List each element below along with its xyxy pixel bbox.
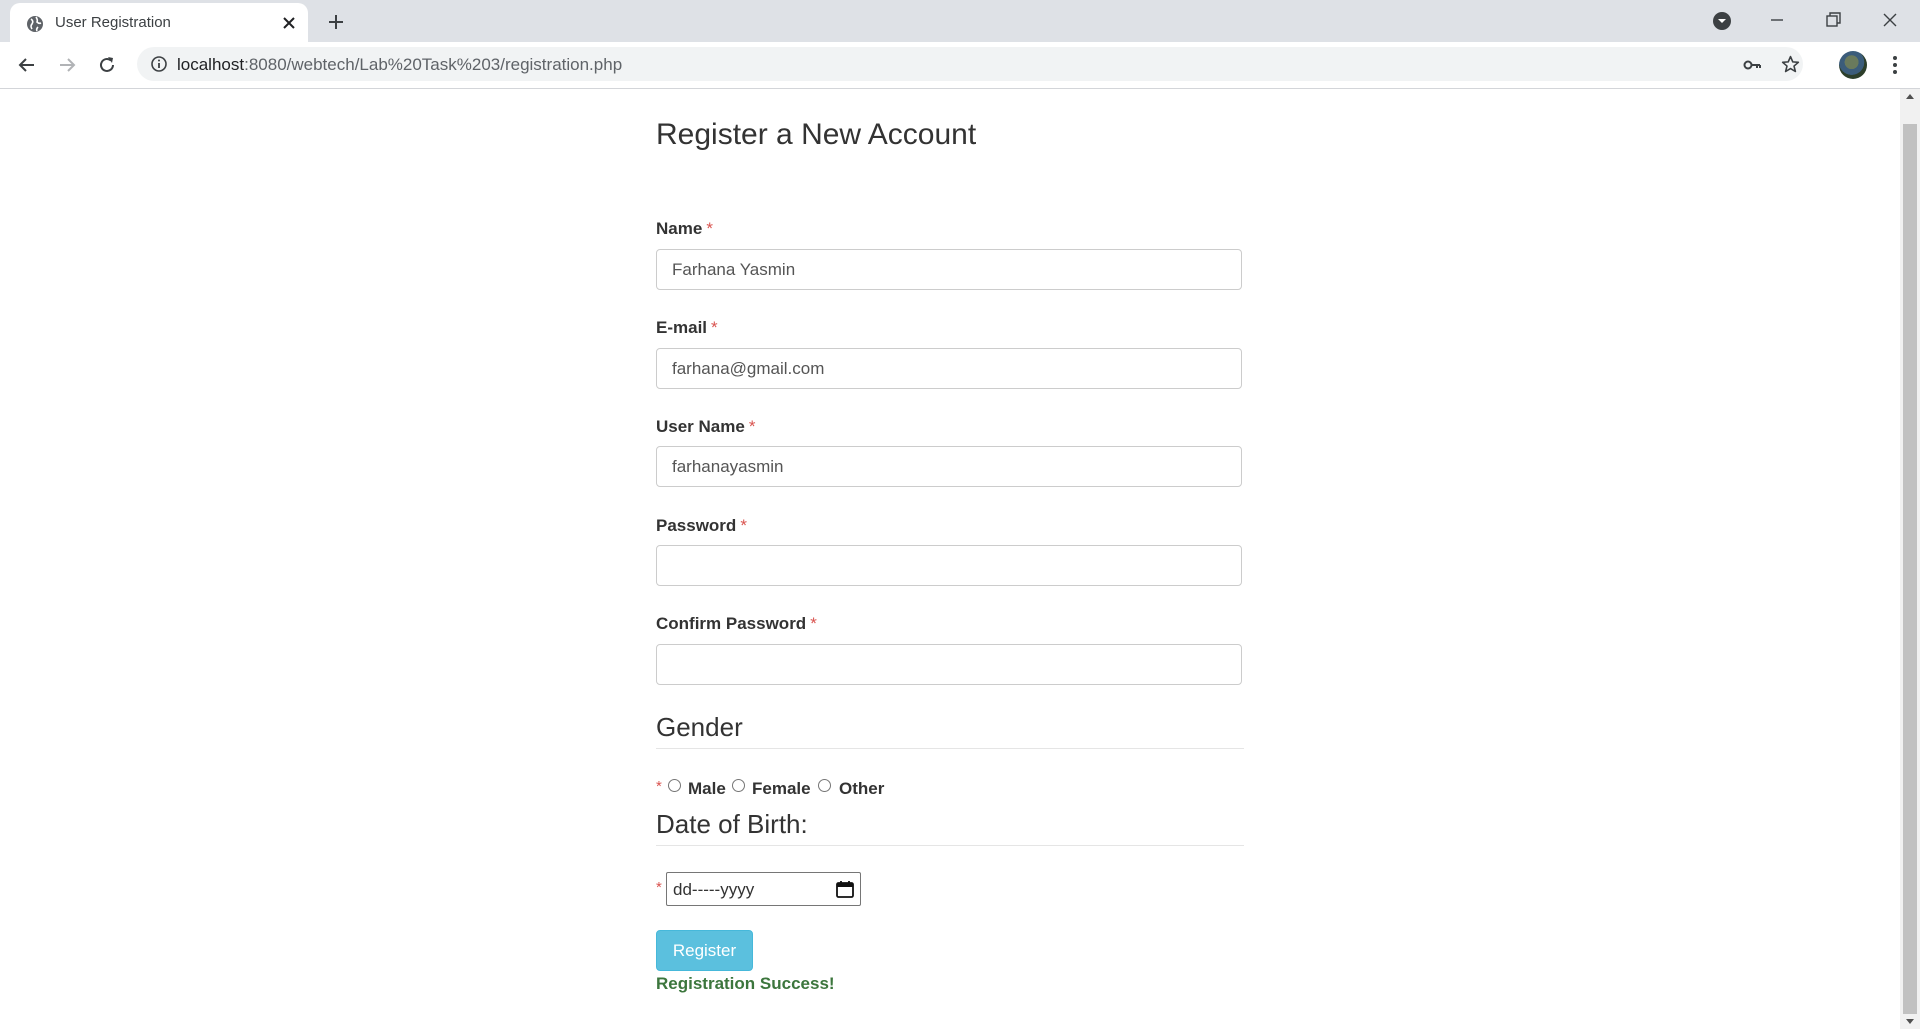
browser-toolbar: localhost:8080/webtech/Lab%20Task%203/re… [0, 42, 1920, 89]
required-marker: * [706, 219, 713, 238]
name-label: Name * [656, 219, 713, 238]
gender-option-male[interactable]: Male [688, 779, 726, 799]
page-title: Register a New Account [656, 118, 977, 151]
dob-date-input[interactable]: dd-----yyyy [666, 872, 861, 906]
forward-icon[interactable] [55, 53, 79, 77]
dob-divider [656, 845, 1244, 846]
more-menu-icon[interactable] [1883, 53, 1907, 77]
required-marker: * [656, 879, 662, 896]
tab-search-icon[interactable] [1711, 10, 1733, 32]
site-info-icon[interactable] [150, 55, 168, 73]
calendar-icon[interactable] [835, 879, 855, 899]
gender-divider [656, 748, 1244, 749]
username-field[interactable] [656, 446, 1242, 487]
password-field[interactable] [656, 545, 1242, 586]
key-icon[interactable] [1742, 55, 1762, 75]
required-marker: * [748, 417, 756, 436]
gender-option-female[interactable]: Female [752, 779, 811, 799]
gender-heading: Gender [656, 712, 743, 742]
reload-icon[interactable] [95, 53, 119, 77]
status-message: Registration Success! [656, 974, 835, 993]
close-tab-icon[interactable] [280, 14, 298, 32]
tab-title: User Registration [55, 14, 171, 31]
scroll-up-icon[interactable] [1900, 89, 1920, 105]
name-field[interactable] [656, 249, 1242, 290]
email-field[interactable] [656, 348, 1242, 389]
scroll-down-icon[interactable] [1900, 1013, 1920, 1029]
address-bar[interactable]: localhost:8080/webtech/Lab%20Task%203/re… [137, 47, 1803, 81]
url-host: localhost [177, 55, 245, 74]
required-marker: * [810, 614, 817, 633]
dob-placeholder: dd-----yyyy [673, 880, 755, 899]
url-text[interactable]: localhost:8080/webtech/Lab%20Task%203/re… [177, 55, 622, 75]
minimize-icon[interactable] [1765, 8, 1789, 32]
password-label: Password * [656, 516, 747, 535]
radio-male[interactable] [668, 779, 681, 792]
email-label: E-mail * [656, 318, 718, 337]
close-window-icon[interactable] [1878, 8, 1902, 32]
scroll-thumb[interactable] [1903, 124, 1917, 1014]
gender-option-other[interactable]: Other [839, 779, 884, 799]
confirm-password-label: Confirm Password * [656, 614, 817, 633]
back-icon[interactable] [15, 53, 39, 77]
confirm-password-field[interactable] [656, 644, 1242, 685]
register-button[interactable]: Register [656, 930, 753, 971]
bookmark-star-icon[interactable] [1780, 54, 1801, 75]
restore-icon[interactable] [1821, 8, 1845, 32]
dob-heading: Date of Birth: [656, 809, 808, 839]
required-marker: * [711, 318, 718, 337]
radio-other[interactable] [818, 779, 831, 792]
username-label: User Name * [656, 417, 756, 436]
tab-strip: User Registration [0, 0, 1920, 42]
globe-icon [27, 16, 43, 32]
profile-avatar[interactable] [1839, 51, 1867, 79]
browser-tab[interactable]: User Registration [10, 3, 308, 42]
new-tab-icon[interactable] [324, 10, 348, 34]
radio-female[interactable] [732, 779, 745, 792]
url-path: :8080/webtech/Lab%20Task%203/registratio… [244, 55, 623, 74]
required-marker: * [740, 516, 747, 535]
page-scrollbar[interactable] [1900, 89, 1920, 1029]
required-marker: * [656, 778, 662, 795]
